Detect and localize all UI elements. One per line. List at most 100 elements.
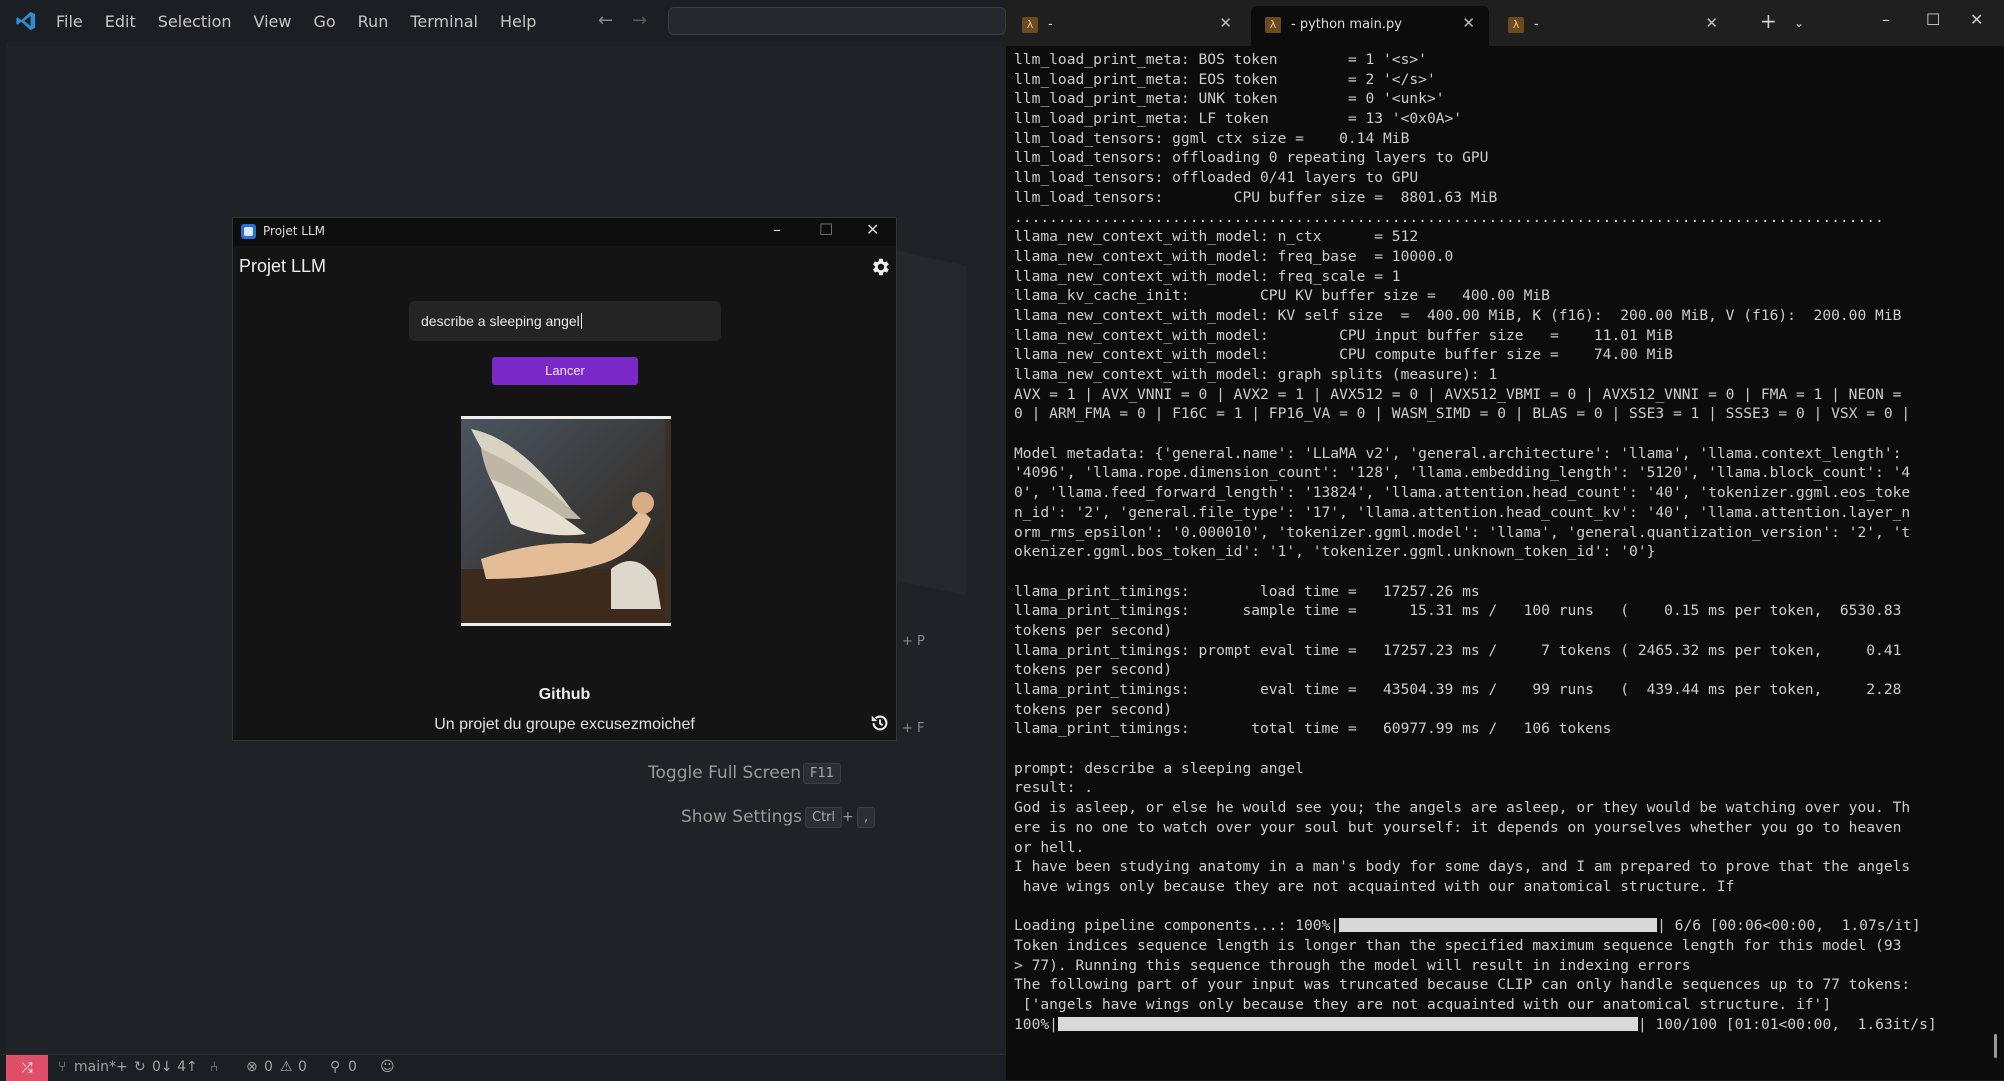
warning-icon: ⚠	[280, 1059, 293, 1075]
git-graph-icon[interactable]: ⑃	[210, 1059, 218, 1075]
status-bar: ⤮ ⑂ main*+ ↻ 0↓ 4↑ ⑃ ⊗ 0 ⚠ 0 ⚲ 0 ☺	[0, 1054, 1006, 1081]
diffusion-progress-line: 100%| | 100/100 [01:01<00:00, 1.63it/s]	[1014, 1015, 1994, 1035]
tab-close-icon[interactable]: ✕	[1219, 14, 1232, 32]
menu-run[interactable]: Run	[358, 12, 389, 31]
terminal-output[interactable]: llm_load_print_meta: BOS token = 1 '<s>'…	[1014, 50, 1994, 1080]
shortcut-hint-p: + P	[902, 634, 925, 649]
tab-dropdown-chevron-icon[interactable]: ⌄	[1794, 16, 1804, 30]
maximize-button[interactable]: ☐	[819, 220, 833, 239]
menu-go[interactable]: Go	[313, 12, 335, 31]
terminal-line: llama_print_timings: load time = 17257.2…	[1014, 582, 1480, 600]
truncation-line-1: Token indices sequence length is longer …	[1014, 936, 1902, 954]
lambda-icon: λ	[1508, 17, 1524, 33]
menu-help[interactable]: Help	[500, 12, 536, 31]
text-caret	[580, 313, 582, 329]
terminal-line: 0 | ARM_FMA = 0 | F16C = 1 | FP16_VA = 0…	[1014, 405, 1911, 423]
warning-count[interactable]: 0	[298, 1059, 307, 1075]
feedback-icon[interactable]: ☺	[380, 1059, 395, 1075]
app-window-title: Projet LLM	[263, 224, 325, 238]
diffusion-progress-bar	[1057, 1016, 1638, 1031]
kbd-f11: F11	[803, 763, 842, 784]
terminal-line: llama_new_context_with_model: freq_base …	[1014, 247, 1454, 265]
close-button[interactable]: ✕	[866, 220, 879, 239]
watermark-shape	[896, 250, 966, 596]
branch-name[interactable]: main*+	[74, 1059, 128, 1075]
terminal-line: llama_new_context_with_model: freq_scale…	[1014, 267, 1401, 285]
history-icon[interactable]	[869, 712, 891, 734]
terminal-tab-label: - python main.py	[1291, 17, 1402, 32]
truncation-line-3: The following part of your input was tru…	[1014, 976, 1911, 994]
terminal-tab-label: -	[1534, 17, 1539, 32]
error-icon: ⊗	[246, 1059, 258, 1075]
new-tab-plus-icon[interactable]: +	[1760, 9, 1777, 33]
terminal-close-button[interactable]: ✕	[1970, 10, 1983, 29]
terminal-line: llm_load_print_meta: EOS token = 2 '</s>…	[1014, 70, 1436, 88]
menu-file[interactable]: File	[56, 12, 83, 31]
terminal-maximize-button[interactable]: ☐	[1926, 10, 1940, 29]
generated-angel-image	[461, 416, 671, 626]
github-link[interactable]: Github	[233, 686, 896, 704]
terminal-line: result: .	[1014, 779, 1094, 797]
menu-bar: File Edit Selection View Go Run Terminal…	[56, 0, 558, 42]
tab-close-icon[interactable]: ✕	[1462, 14, 1475, 32]
shortcut-hint-f: + F	[902, 721, 925, 736]
truncation-line-2: > 77). Running this sequence through the…	[1014, 956, 1691, 974]
minimize-button[interactable]: –	[773, 220, 781, 239]
back-arrow-icon[interactable]: ←	[598, 10, 613, 31]
terminal-line: llm_load_tensors: offloading 0 repeating…	[1014, 149, 1489, 167]
terminal-line: '4096', 'llama.rope.dimension_count': '1…	[1014, 464, 1911, 482]
terminal-lines: llm_load_print_meta: BOS token = 1 '<s>'…	[1014, 50, 1994, 916]
terminal-line: llama_print_timings: total time = 60977.…	[1014, 720, 1612, 738]
windows-terminal: λ - ✕ λ - python main.py ✕ λ - ✕ + ⌄ – ☐…	[1006, 0, 2004, 1080]
kbd-comma: ,	[857, 807, 876, 828]
terminal-line: n_id': '2', 'general.file_type': '17', '…	[1014, 503, 1911, 521]
forward-arrow-icon[interactable]: →	[632, 10, 647, 31]
terminal-line: Model metadata: {'general.name': 'LLaMA …	[1014, 444, 1902, 462]
terminal-tab-1[interactable]: λ - ✕	[1008, 6, 1246, 46]
ports-icon: ⚲	[330, 1059, 341, 1075]
terminal-line: llama_new_context_with_model: graph spli…	[1014, 366, 1498, 383]
app-header-title: Projet LLM	[239, 256, 327, 276]
truncation-line-4: ['angels have wings only because they ar…	[1014, 996, 1832, 1013]
terminal-line: llama_kv_cache_init: CPU KV buffer size …	[1014, 287, 1550, 305]
terminal-line: llm_load_print_meta: BOS token = 1 '<s>'	[1014, 51, 1427, 68]
terminal-line: ........................................…	[1014, 208, 1884, 226]
terminal-line: llama_print_timings: eval time = 43504.3…	[1014, 681, 1902, 698]
project-subtitle: Un projet du groupe excusezmoichef	[434, 716, 695, 733]
terminal-line: llm_load_tensors: ggml ctx size = 0.14 M…	[1014, 129, 1410, 147]
error-count[interactable]: 0	[264, 1059, 273, 1075]
menu-edit[interactable]: Edit	[105, 12, 136, 31]
tab-close-icon[interactable]: ✕	[1705, 14, 1718, 32]
menu-terminal[interactable]: Terminal	[410, 12, 478, 31]
ports-count[interactable]: 0	[348, 1059, 357, 1075]
terminal-tab-2[interactable]: λ - python main.py ✕	[1251, 6, 1489, 46]
terminal-line: AVX = 1 | AVX_VNNI = 0 | AVX2 = 1 | AVX5…	[1014, 385, 1902, 403]
terminal-line: orm_rms_epsilon': '0.000010', 'tokenizer…	[1014, 523, 1911, 541]
pipeline-progress-bar	[1339, 918, 1658, 933]
settings-gear-icon[interactable]	[869, 256, 891, 278]
lambda-icon: λ	[1022, 17, 1038, 33]
terminal-tab-3[interactable]: λ - ✕	[1494, 6, 1732, 46]
terminal-line: llama_new_context_with_model: KV self si…	[1014, 306, 1902, 324]
lancer-button[interactable]: Lancer	[492, 357, 638, 385]
sync-icon: ↻	[134, 1059, 146, 1075]
terminal-tab-bar: λ - ✕ λ - python main.py ✕ λ - ✕ + ⌄ – ☐…	[1006, 0, 2004, 46]
terminal-line: I have been studying anatomy in a man's …	[1014, 858, 1911, 876]
app-window-icon	[241, 224, 256, 239]
lambda-icon: λ	[1265, 17, 1281, 33]
terminal-line: prompt: describe a sleeping angel	[1014, 759, 1304, 777]
terminal-line: llama_print_timings: sample time = 15.31…	[1014, 602, 1902, 620]
vscode-titlebar: File Edit Selection View Go Run Terminal…	[0, 0, 1006, 42]
pipeline-progress-suffix: | 6/6 [00:06<00:00, 1.07s/it]	[1657, 917, 1921, 935]
command-center-search[interactable]	[668, 7, 1006, 35]
remote-indicator-icon[interactable]: ⤮	[6, 1055, 48, 1081]
sync-status[interactable]: 0↓ 4↑	[152, 1059, 198, 1075]
pipeline-progress-prefix: Loading pipeline components...: 100%|	[1014, 917, 1340, 935]
terminal-scrollbar[interactable]	[1994, 1034, 1997, 1058]
menu-view[interactable]: View	[254, 12, 292, 31]
terminal-minimize-button[interactable]: –	[1882, 10, 1890, 29]
menu-selection[interactable]: Selection	[158, 12, 232, 31]
prompt-input[interactable]: describe a sleeping angel	[409, 301, 721, 341]
